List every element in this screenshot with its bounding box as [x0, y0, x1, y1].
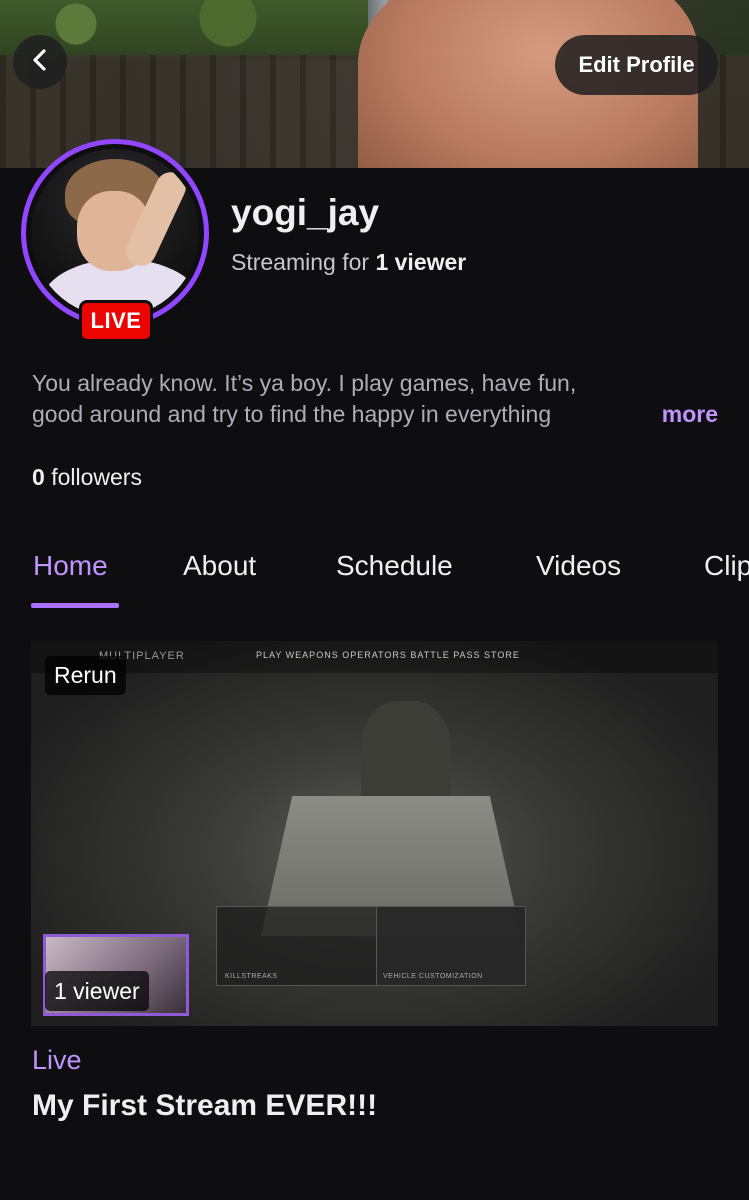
channel-page: Edit Profile LIVE yogi_jay Streaming for…	[0, 0, 749, 1200]
rerun-badge: Rerun	[45, 656, 126, 695]
tab-videos[interactable]: Videos	[536, 550, 621, 582]
panel-vehicle-label: VEHICLE CUSTOMIZATION	[383, 973, 483, 980]
viewer-count: 1 viewer	[375, 249, 467, 275]
tab-clips[interactable]: Clips	[704, 550, 749, 582]
bio-more-link[interactable]: more	[631, 399, 718, 430]
followers-label: followers	[51, 464, 142, 490]
stream-thumbnail[interactable]: MULTIPLAYER PLAY WEAPONS OPERATORS BATTL…	[31, 641, 718, 1026]
active-tab-indicator	[31, 603, 119, 608]
channel-username: yogi_jay	[231, 192, 380, 233]
live-badge: LIVE	[79, 300, 153, 342]
back-button[interactable]	[13, 35, 67, 89]
game-panel-vehicle: VEHICLE CUSTOMIZATION	[376, 906, 526, 986]
followers-count[interactable]: 0 followers	[32, 464, 142, 491]
streaming-status: Streaming for 1 viewer	[231, 249, 466, 276]
streaming-prefix: Streaming for	[231, 249, 370, 275]
avatar-image	[31, 149, 199, 317]
tab-about[interactable]: About	[183, 550, 256, 582]
channel-tabs: Home About Schedule Videos Clips	[0, 545, 749, 610]
channel-bio: You already know. It’s ya boy. I play ga…	[32, 368, 722, 430]
thumbnail-viewer-badge: 1 viewer	[45, 971, 149, 1011]
game-hud-menu: PLAY WEAPONS OPERATORS BATTLE PASS STORE	[256, 650, 520, 660]
tab-schedule[interactable]: Schedule	[336, 550, 453, 582]
stream-status-label: Live	[32, 1045, 82, 1075]
tab-home[interactable]: Home	[33, 550, 108, 582]
bio-line-1: You already know. It’s ya boy. I play ga…	[32, 370, 577, 396]
avatar[interactable]	[21, 139, 209, 327]
edit-profile-button[interactable]: Edit Profile	[555, 35, 718, 95]
bio-line-2: good around and try to find the happy in…	[32, 401, 552, 427]
chevron-left-icon	[28, 48, 52, 77]
followers-number: 0	[32, 464, 45, 490]
stream-title[interactable]: My First Stream EVER!!!	[32, 1089, 377, 1123]
panel-killstreaks-label: KILLSTREAKS	[225, 973, 278, 980]
